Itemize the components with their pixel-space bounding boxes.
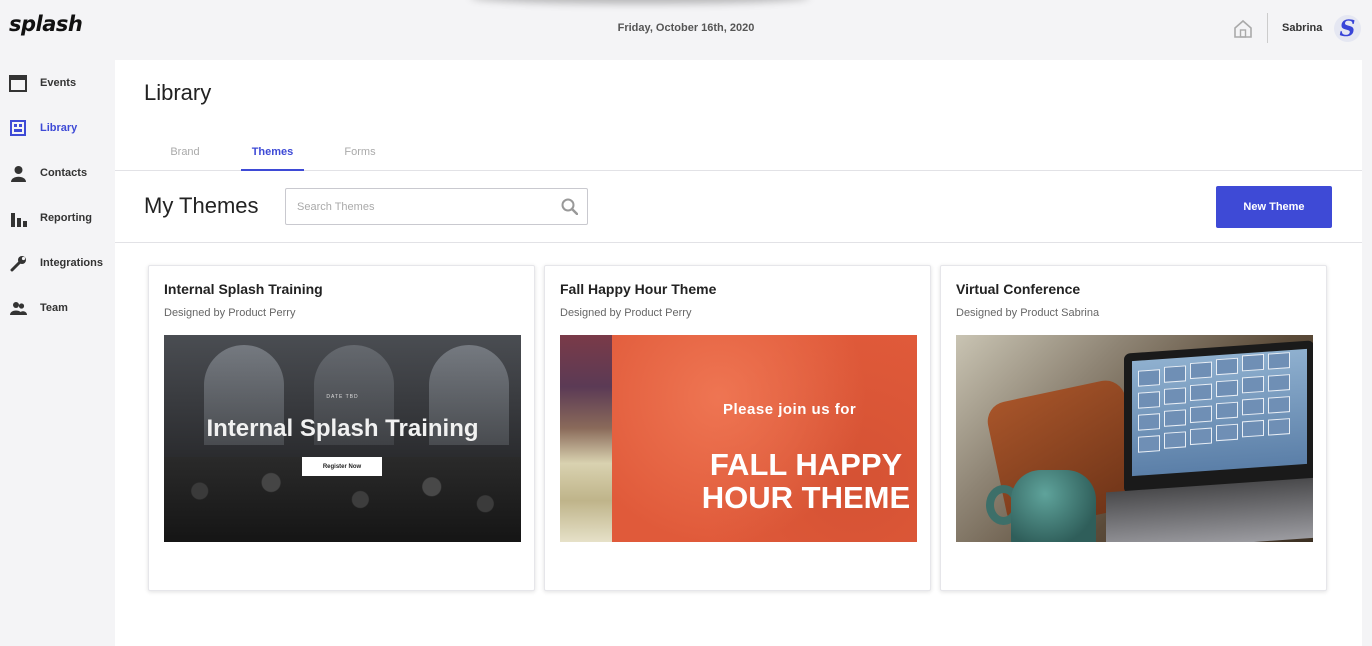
video-tile	[1216, 357, 1238, 376]
person-icon	[9, 164, 27, 182]
theme-preview-image[interactable]: DATE TBD Internal Splash Training Regist…	[164, 335, 521, 542]
video-tile	[1164, 431, 1186, 449]
search-input[interactable]	[287, 190, 547, 223]
calendar-icon	[9, 74, 27, 92]
video-tile	[1138, 413, 1160, 431]
video-tile	[1190, 383, 1212, 402]
theme-preview-image[interactable]: Please join us for FALL HAPPY HOUR THEME	[560, 335, 917, 542]
search-box	[285, 188, 588, 225]
themes-toolbar: My Themes New Theme	[115, 171, 1362, 243]
theme-card[interactable]: Internal Splash Training Designed by Pro…	[148, 265, 535, 591]
sidebar: Events Library Contacts Reporting Integr…	[0, 58, 114, 646]
video-tile	[1268, 374, 1290, 392]
top-bar: splash Friday, October 16th, 2020 Sabrin…	[0, 0, 1372, 58]
sidebar-item-reporting[interactable]: Reporting	[0, 200, 114, 236]
theme-card[interactable]: Virtual Conference Designed by Product S…	[940, 265, 1327, 591]
sidebar-item-contacts[interactable]: Contacts	[0, 155, 114, 191]
home-icon[interactable]	[1233, 19, 1253, 38]
library-icon	[9, 119, 27, 137]
sidebar-item-label: Library	[40, 122, 78, 134]
avatar-letter: S	[1339, 15, 1356, 42]
theme-designer: Designed by Product Perry	[164, 307, 296, 319]
user-name[interactable]: Sabrina	[1282, 22, 1322, 34]
team-icon	[9, 299, 27, 317]
video-tile	[1216, 423, 1238, 442]
video-tile	[1216, 401, 1238, 420]
main-panel: Library Brand Themes Forms My Themes New…	[115, 60, 1362, 646]
video-tile	[1138, 435, 1160, 453]
video-tile	[1242, 353, 1264, 372]
wrench-icon	[9, 254, 27, 272]
sidebar-item-label: Integrations	[40, 257, 103, 269]
video-tile	[1268, 352, 1290, 370]
preview-date-label: DATE TBD	[326, 394, 359, 400]
video-tile	[1242, 397, 1264, 416]
sidebar-item-label: Events	[40, 77, 77, 89]
tab-brand[interactable]: Brand	[156, 134, 214, 170]
video-tile	[1190, 405, 1212, 424]
sidebar-item-label: Team	[40, 302, 68, 314]
theme-preview-image[interactable]	[956, 335, 1313, 542]
page-title: Library	[144, 80, 212, 105]
sidebar-item-integrations[interactable]: Integrations	[0, 245, 114, 281]
sidebar-item-events[interactable]: Events	[0, 65, 114, 101]
theme-title: Fall Happy Hour Theme	[560, 281, 717, 297]
video-tile	[1138, 391, 1160, 409]
preview-heading: FALL HAPPY HOUR THEME	[686, 448, 917, 514]
sidebar-item-label: Reporting	[40, 212, 92, 224]
preview-invite-line: Please join us for	[723, 401, 857, 418]
preview-heading-line-2: HOUR THEME	[701, 480, 911, 515]
preview-heading-line-1: FALL HAPPY	[709, 447, 903, 482]
video-tile	[1242, 375, 1264, 394]
theme-designer: Designed by Product Sabrina	[956, 307, 1100, 319]
avatar[interactable]: S	[1334, 15, 1361, 42]
video-tile	[1242, 419, 1264, 438]
video-tile	[1138, 369, 1160, 387]
header-divider	[1267, 13, 1268, 43]
current-date: Friday, October 16th, 2020	[617, 22, 755, 34]
video-call-screen	[1132, 348, 1307, 477]
theme-card[interactable]: Fall Happy Hour Theme Designed by Produc…	[544, 265, 931, 591]
search-icon[interactable]	[561, 198, 578, 215]
section-title: My Themes	[144, 193, 259, 218]
mug-photo	[1011, 470, 1096, 542]
bar-chart-icon	[9, 209, 27, 227]
new-theme-button[interactable]: New Theme	[1216, 186, 1332, 228]
tab-forms[interactable]: Forms	[331, 134, 389, 170]
video-tile	[1164, 365, 1186, 383]
video-tile	[1216, 379, 1238, 398]
flowers-photo	[560, 335, 612, 542]
video-tile	[1190, 427, 1212, 446]
video-tile	[1164, 409, 1186, 427]
video-tile	[1190, 361, 1212, 380]
video-tile	[1268, 418, 1290, 436]
sidebar-item-team[interactable]: Team	[0, 290, 114, 326]
theme-designer: Designed by Product Perry	[560, 307, 692, 319]
preview-heading: Internal Splash Training	[206, 415, 479, 442]
video-tile	[1268, 396, 1290, 414]
tab-themes[interactable]: Themes	[241, 134, 304, 171]
theme-title: Virtual Conference	[956, 281, 1081, 297]
sidebar-item-library[interactable]: Library	[0, 110, 114, 146]
tab-bar: Brand Themes Forms	[115, 134, 1362, 171]
preview-register-button: Register Now	[302, 457, 382, 476]
sidebar-item-label: Contacts	[40, 167, 88, 179]
video-tile	[1164, 387, 1186, 405]
theme-title: Internal Splash Training	[164, 281, 323, 297]
